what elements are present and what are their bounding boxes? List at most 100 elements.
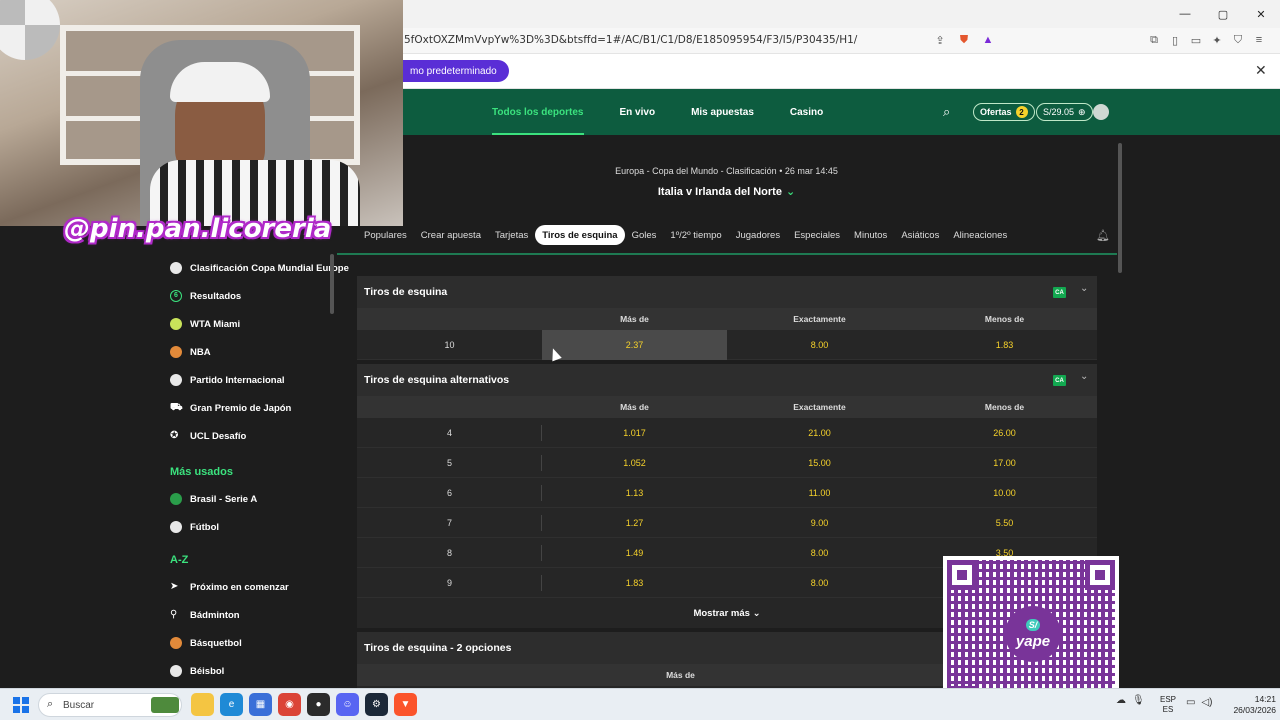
url-text[interactable]: 5fOxtOXZMmVvpYw%3D%3D&btsffd=1#/AC/B1/C1…: [404, 34, 857, 46]
sidebar-item-proximo[interactable]: ➤ Próximo en comenzar: [170, 577, 289, 597]
tab-crear-apuesta[interactable]: Crear apuesta: [414, 225, 488, 245]
tab-tarjetas[interactable]: Tarjetas: [488, 225, 535, 245]
steam-icon[interactable]: ⚙: [365, 693, 388, 716]
sidebar-scrollbar[interactable]: [330, 254, 334, 314]
user-avatar-icon[interactable]: [1093, 104, 1109, 120]
sidebar-item-badminton[interactable]: ⚲ Bádminton: [170, 605, 240, 625]
menu-icon[interactable]: ≡: [1251, 32, 1267, 48]
close-window-button[interactable]: ✕: [1242, 0, 1280, 28]
tab-asiaticos[interactable]: Asiáticos: [894, 225, 946, 245]
odd-over[interactable]: 1.017: [542, 418, 727, 448]
sidebar-item-beisbol[interactable]: Béisbol: [170, 661, 224, 681]
microphone-icon[interactable]: 🎙︎: [1132, 695, 1145, 706]
nav-my-bets[interactable]: Mis apuestas: [691, 89, 754, 135]
bell-icon[interactable]: 🔔︎: [1096, 229, 1110, 242]
odd-over[interactable]: 1.83: [542, 568, 727, 598]
odd-under[interactable]: 17.00: [912, 448, 1097, 478]
odd-over[interactable]: 1.13: [542, 478, 727, 508]
sidebar-item-clasificacion[interactable]: Clasificación Copa Mundial Europe: [170, 258, 349, 278]
sidebar-item-partido-internacional[interactable]: Partido Internacional: [170, 370, 285, 390]
leo-ai-icon[interactable]: ✦: [1209, 32, 1225, 48]
extensions-icon[interactable]: ⧉: [1146, 32, 1162, 48]
odd-under[interactable]: 5.50: [912, 508, 1097, 538]
odd-exact[interactable]: 9.00: [727, 508, 912, 538]
odd-exact[interactable]: 8.00: [727, 538, 912, 568]
odd-over[interactable]: 1.27: [542, 508, 727, 538]
sidebar-toggle-icon[interactable]: ▯: [1167, 32, 1183, 48]
sidebar-item-resultados[interactable]: 6 Resultados: [170, 286, 241, 306]
close-icon[interactable]: ✕: [1255, 62, 1267, 79]
network-icon[interactable]: ▭: [1186, 697, 1195, 708]
tab-especiales[interactable]: Especiales: [787, 225, 847, 245]
tab-goles[interactable]: Goles: [625, 225, 664, 245]
taskbar-search[interactable]: ⌕ Buscar: [38, 693, 182, 717]
chrome-icon[interactable]: ◉: [278, 693, 301, 716]
odd-exact[interactable]: 15.00: [727, 448, 912, 478]
odd-exact[interactable]: 11.00: [727, 478, 912, 508]
clock[interactable]: 14:21 26/03/2026: [1220, 694, 1276, 716]
sidebar-item-futbol[interactable]: Fútbol: [170, 517, 219, 537]
page-scrollbar[interactable]: [1118, 143, 1122, 273]
sidebar-item-label: UCL Desafío: [190, 430, 247, 442]
balance-button[interactable]: S/29.05 ⊕: [1036, 103, 1093, 121]
volume-icon[interactable]: ◁): [1201, 697, 1212, 708]
nav-all-sports[interactable]: Todos los deportes: [492, 89, 584, 135]
tab-jugadores[interactable]: Jugadores: [729, 225, 787, 245]
webcam-overlay: [0, 0, 403, 226]
odd-exact[interactable]: 8.00: [727, 568, 912, 598]
sidebar-item-brasil-serie-a[interactable]: Brasil - Serie A: [170, 489, 257, 509]
maximize-button[interactable]: ▢: [1204, 0, 1242, 28]
market-header[interactable]: Tiros de esquina CA ⌄: [357, 276, 1097, 308]
share-icon[interactable]: ⇪: [932, 32, 948, 48]
sidebar-item-ucl-desafio[interactable]: ✪ UCL Desafío: [170, 426, 246, 446]
tab-tiempos[interactable]: 1º/2º tiempo: [663, 225, 728, 245]
cloud-icon[interactable]: ☁: [1116, 695, 1126, 706]
baseball-icon: [170, 665, 182, 677]
odd-exact[interactable]: 8.00: [727, 330, 912, 360]
odd-over[interactable]: 1.49: [542, 538, 727, 568]
market-row: 10 2.37 8.00 1.83: [357, 330, 1097, 360]
sidebar-item-nba[interactable]: NBA: [170, 342, 211, 362]
chevron-down-icon[interactable]: ⌄: [1080, 283, 1088, 294]
file-explorer-icon[interactable]: [191, 693, 214, 716]
sidebar-item-label: Bádminton: [190, 609, 240, 621]
windows-start-icon[interactable]: [13, 697, 29, 713]
market-header[interactable]: Tiros de esquina alternativos CA ⌄: [357, 364, 1097, 396]
sidebar-item-gran-premio[interactable]: ⛟ Gran Premio de Japón: [170, 398, 291, 418]
odd-over[interactable]: 1.052: [542, 448, 727, 478]
nav-live[interactable]: En vivo: [620, 89, 656, 135]
tab-populares[interactable]: Populares: [357, 225, 414, 245]
chevron-down-icon[interactable]: ⌄: [1080, 371, 1088, 382]
offers-button[interactable]: Ofertas 2: [973, 103, 1035, 121]
sidebar-item-wta-miami[interactable]: WTA Miami: [170, 314, 240, 334]
odd-under[interactable]: 26.00: [912, 418, 1097, 448]
brave-rewards-icon[interactable]: ▲: [980, 32, 996, 48]
sidebar-item-label: Clasificación Copa Mundial Europe: [190, 262, 349, 274]
market-tiros-de-esquina: Tiros de esquina CA ⌄ Más de Exactamente…: [357, 276, 1097, 360]
sidebar-item-label: Fútbol: [190, 521, 220, 533]
nav-casino[interactable]: Casino: [790, 89, 823, 135]
column-header: Más de: [620, 314, 649, 324]
sidebar-item-basquetbol[interactable]: Básquetbol: [170, 633, 242, 653]
odd-exact[interactable]: 21.00: [727, 418, 912, 448]
odd-under[interactable]: 1.83: [912, 330, 1097, 360]
odd-under[interactable]: 10.00: [912, 478, 1097, 508]
brave-icon[interactable]: ▼: [394, 693, 417, 716]
tab-alineaciones[interactable]: Alineaciones: [946, 225, 1014, 245]
store-icon[interactable]: ▦: [249, 693, 272, 716]
edge-icon[interactable]: e: [220, 693, 243, 716]
search-icon[interactable]: ⌕: [943, 104, 950, 120]
odd-over[interactable]: 2.37: [542, 330, 727, 360]
match-title[interactable]: Italia v Irlanda del Norte ⌄: [560, 185, 893, 198]
input-language[interactable]: ESP ES: [1158, 695, 1178, 715]
market-columns: Más de Exactamente Menos de: [357, 396, 1097, 418]
balance-value: S/29.05: [1043, 107, 1075, 117]
vpn-icon[interactable]: ⛉: [1230, 32, 1246, 48]
tab-minutos[interactable]: Minutos: [847, 225, 894, 245]
wallet-icon[interactable]: ▭: [1188, 32, 1204, 48]
brave-shield-icon[interactable]: ⛊: [956, 32, 972, 48]
tab-tiros-de-esquina[interactable]: Tiros de esquina: [535, 225, 625, 245]
minimize-button[interactable]: —: [1166, 0, 1204, 28]
discord-icon[interactable]: ☺: [336, 693, 359, 716]
obs-icon[interactable]: ●: [307, 693, 330, 716]
